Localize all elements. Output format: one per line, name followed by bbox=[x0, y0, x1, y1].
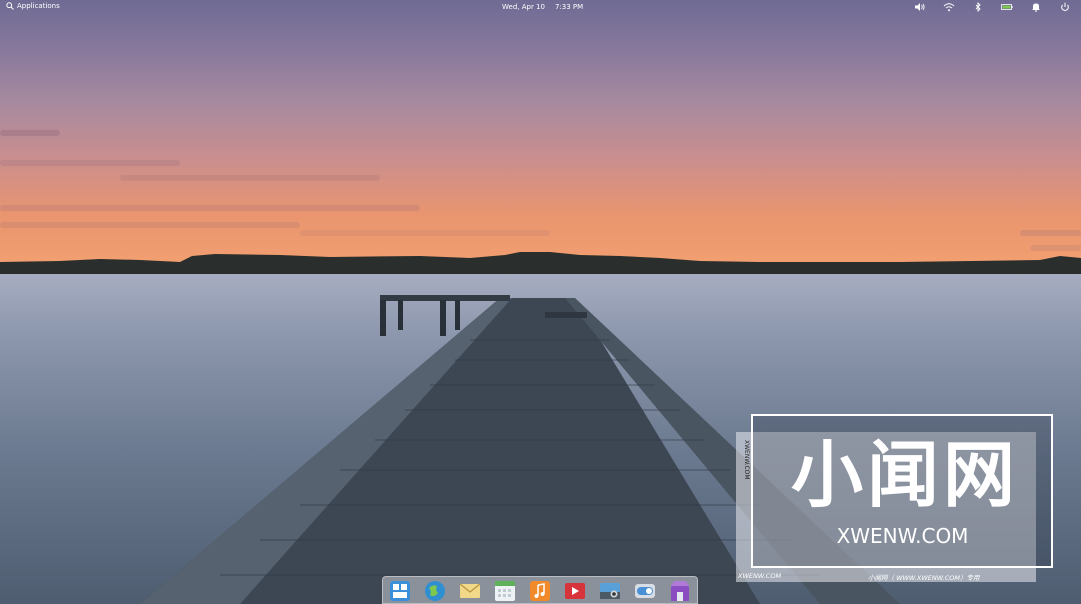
mail-icon[interactable] bbox=[459, 580, 481, 602]
clock[interactable]: Wed, Apr 10 7:33 PM bbox=[502, 3, 583, 11]
battery-icon[interactable] bbox=[1001, 2, 1013, 12]
music-icon[interactable] bbox=[529, 580, 551, 602]
web-browser-icon[interactable] bbox=[424, 580, 446, 602]
applications-label: Applications bbox=[17, 2, 60, 10]
clock-date: Wed, Apr 10 bbox=[502, 3, 545, 11]
watermark-vertical-text: XWENW.COM bbox=[743, 440, 750, 480]
dock bbox=[382, 576, 698, 604]
clock-time: 7:33 PM bbox=[554, 3, 584, 11]
power-icon[interactable] bbox=[1059, 2, 1071, 12]
watermark-title: 小闻网 bbox=[790, 433, 1019, 517]
watermark-bottom-left: XWENW.COM bbox=[738, 572, 782, 580]
notifications-icon[interactable] bbox=[1030, 2, 1042, 12]
volume-icon[interactable] bbox=[914, 2, 926, 12]
watermark-site: XWENW.COM bbox=[836, 524, 969, 548]
app-center-icon[interactable] bbox=[669, 580, 691, 602]
multitasking-view-icon[interactable] bbox=[389, 580, 411, 602]
calendar-icon[interactable] bbox=[494, 580, 516, 602]
wifi-icon[interactable] bbox=[943, 2, 955, 12]
system-tray bbox=[914, 1, 1071, 13]
search-icon bbox=[6, 2, 14, 10]
applications-menu[interactable]: Applications bbox=[6, 2, 60, 10]
watermark-bottom-right: 小闻网（ WWW.XWENW.COM）专用 bbox=[868, 574, 980, 582]
desktop: Applications Wed, Apr 10 7:33 PM XWENW.C… bbox=[0, 0, 1081, 604]
videos-icon[interactable] bbox=[564, 580, 586, 602]
system-settings-icon[interactable] bbox=[634, 580, 656, 602]
top-panel: Applications Wed, Apr 10 7:33 PM bbox=[0, 0, 1081, 15]
photos-icon[interactable] bbox=[599, 580, 621, 602]
bluetooth-icon[interactable] bbox=[972, 1, 984, 13]
